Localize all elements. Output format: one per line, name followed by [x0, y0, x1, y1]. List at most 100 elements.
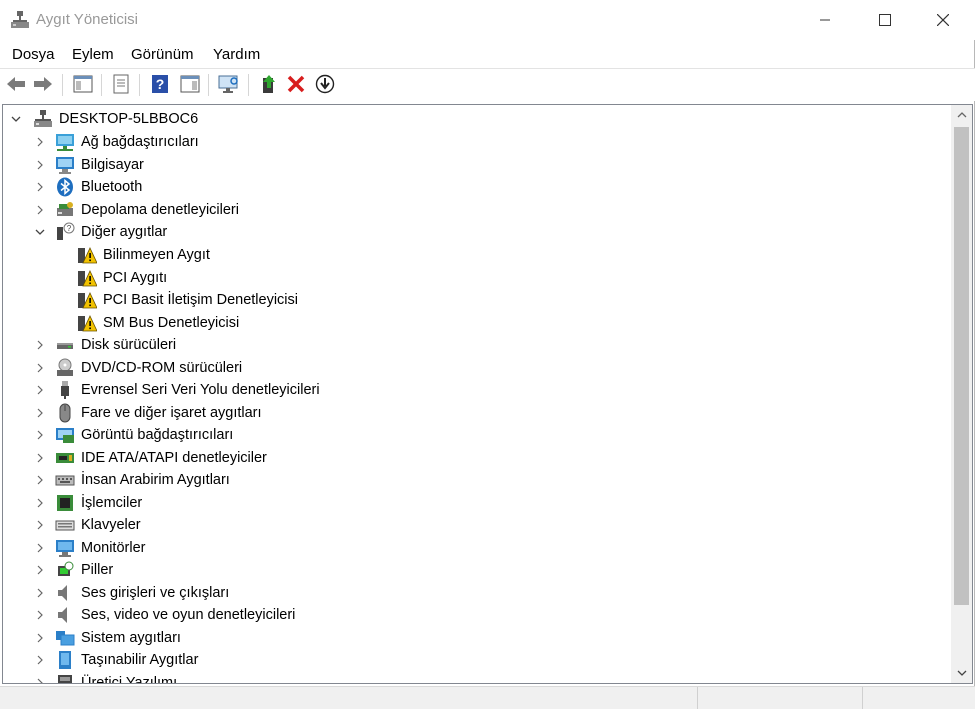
tree-node-label: Diğer aygıtlar — [81, 224, 168, 240]
minimize-button[interactable] — [802, 0, 848, 40]
tree-node-label: Bluetooth — [81, 179, 143, 195]
title-bar: Aygıt Yöneticisi — [0, 0, 975, 40]
maximize-button[interactable] — [862, 0, 908, 40]
tree-child-pci-device[interactable]: PCI Aygıtı — [77, 267, 167, 289]
processor-icon — [57, 495, 73, 511]
menu-bar: Dosya Eylem Görünüm Yardım — [0, 42, 975, 68]
tree-node-ide-controllers[interactable]: IDE ATA/ATAPI denetleyiciler — [35, 447, 267, 469]
usb-controller-icon — [61, 381, 69, 399]
chevron-right-icon — [37, 520, 43, 530]
toolbar-separator — [248, 74, 249, 96]
tree-node-hid[interactable]: İnsan Arabirim Aygıtları — [35, 469, 230, 491]
back-button[interactable] — [5, 73, 27, 95]
toolbar-separator — [62, 74, 63, 96]
uninstall-icon — [287, 75, 305, 93]
tree-node-audio-io[interactable]: Ses girişleri ve çıkışları — [35, 582, 229, 604]
tree-node-disk-drives[interactable]: Disk sürücüleri — [35, 334, 176, 356]
download-button[interactable] — [314, 73, 336, 95]
chevron-right-icon — [37, 475, 43, 485]
sound-controller-icon — [58, 607, 67, 623]
system-devices-icon — [56, 631, 75, 646]
tree-node-usb-controllers[interactable]: Evrensel Seri Veri Yolu denetleyicileri — [35, 379, 320, 401]
tree-node-display-adapters[interactable]: Görüntü bağdaştırıcıları — [35, 424, 233, 446]
tree-node-label: Piller — [81, 562, 114, 578]
tree-node-label: Sistem aygıtları — [81, 630, 181, 646]
chevron-right-icon — [37, 543, 43, 553]
forward-button[interactable] — [32, 73, 54, 95]
scan-hardware-icon — [218, 75, 238, 93]
tree-node-batteries[interactable]: Piller — [35, 559, 113, 581]
keyboard-icon — [55, 520, 75, 531]
tree-node-monitors[interactable]: Monitörler — [35, 537, 145, 559]
back-icon — [7, 77, 25, 91]
firmware-icon — [58, 675, 72, 683]
chevron-right-icon — [37, 588, 43, 598]
tree-child-pci-simple-comm[interactable]: PCI Basit İletişim Denetleyicisi — [77, 289, 298, 311]
toolbar: ? — [0, 68, 975, 101]
action-pane-icon — [180, 75, 200, 93]
chevron-right-icon — [37, 137, 43, 147]
tree-node-computer[interactable]: Bilgisayar — [35, 154, 144, 176]
action-pane-button[interactable] — [179, 73, 201, 95]
scroll-up-button[interactable] — [951, 105, 972, 125]
console-tree-icon — [73, 75, 93, 93]
chevron-right-icon — [37, 678, 43, 683]
tree-node-label: Klavyeler — [81, 517, 141, 533]
console-tree-button[interactable] — [72, 73, 94, 95]
tree-node-mice[interactable]: Fare ve diğer işaret aygıtları — [35, 402, 262, 424]
download-icon — [315, 74, 335, 94]
scroll-thumb[interactable] — [954, 127, 969, 605]
ide-controller-icon — [56, 453, 74, 463]
tree-child-unknown-device[interactable]: Bilinmeyen Aygıt — [77, 244, 210, 266]
tree-root[interactable]: DESKTOP-5LBBOC6 — [11, 108, 198, 130]
chevron-right-icon — [37, 385, 43, 395]
window-title: Aygıt Yöneticisi — [36, 11, 139, 28]
chevron-right-icon — [37, 565, 43, 575]
tree-node-dvd-drives[interactable]: DVD/CD-ROM sürücüleri — [35, 357, 242, 379]
disk-drive-icon — [57, 343, 73, 349]
close-button[interactable] — [920, 0, 966, 40]
chevron-right-icon — [37, 655, 43, 665]
chevron-down-icon — [957, 670, 966, 676]
properties-button[interactable] — [110, 73, 132, 95]
storage-controller-icon — [57, 202, 73, 216]
chevron-right-icon — [37, 633, 43, 643]
vertical-scrollbar[interactable] — [951, 105, 972, 683]
tree-node-portable-devices[interactable]: Taşınabilir Aygıtlar — [35, 649, 198, 671]
help-button[interactable]: ? — [149, 73, 171, 95]
chevron-right-icon — [37, 160, 43, 170]
tree-node-bluetooth[interactable]: Bluetooth — [35, 176, 142, 198]
monitor-icon — [56, 540, 74, 557]
tree-node-storage-controllers[interactable]: Depolama denetleyicileri — [35, 199, 239, 221]
tree-node-keyboards[interactable]: Klavyeler — [35, 514, 141, 536]
portable-devices-icon — [59, 651, 71, 669]
scroll-down-button[interactable] — [951, 663, 972, 683]
tree-child-smbus[interactable]: SM Bus Denetleyicisi — [77, 312, 239, 334]
svg-text:?: ? — [156, 76, 165, 92]
chevron-right-icon — [37, 453, 43, 463]
chevron-right-icon — [37, 340, 43, 350]
maximize-icon — [879, 14, 891, 26]
scan-hardware-button[interactable] — [218, 73, 240, 95]
warning-device-icon — [78, 315, 97, 332]
computer-root-icon — [34, 110, 52, 127]
menu-yardim[interactable]: Yardım — [213, 46, 260, 63]
tree-node-label: Ses girişleri ve çıkışları — [81, 585, 230, 601]
tree-node-label: SM Bus Denetleyicisi — [103, 315, 240, 331]
chevron-up-icon — [957, 112, 966, 118]
menu-gorunum[interactable]: Görünüm — [131, 46, 194, 63]
tree-node-processors[interactable]: İşlemciler — [35, 492, 142, 514]
tree-node-other-devices[interactable]: ? Diğer aygıtlar — [35, 221, 167, 243]
tree-node-label: İşlemciler — [81, 495, 143, 511]
tree-node-system-devices[interactable]: Sistem aygıtları — [35, 627, 181, 649]
tree-node-firmware[interactable]: Üretici Yazılımı — [35, 672, 177, 683]
menu-eylem[interactable]: Eylem — [72, 46, 114, 63]
warning-device-icon — [78, 247, 97, 264]
menu-dosya[interactable]: Dosya — [12, 46, 55, 63]
properties-icon — [113, 74, 129, 94]
tree-node-network-adapters[interactable]: Ağ bağdaştırıcıları — [35, 131, 199, 153]
tree-node-sound-controllers[interactable]: Ses, video ve oyun denetleyicileri — [35, 604, 295, 626]
tree-node-label: IDE ATA/ATAPI denetleyiciler — [81, 450, 267, 466]
update-driver-button[interactable] — [258, 73, 280, 95]
uninstall-button[interactable] — [285, 73, 307, 95]
